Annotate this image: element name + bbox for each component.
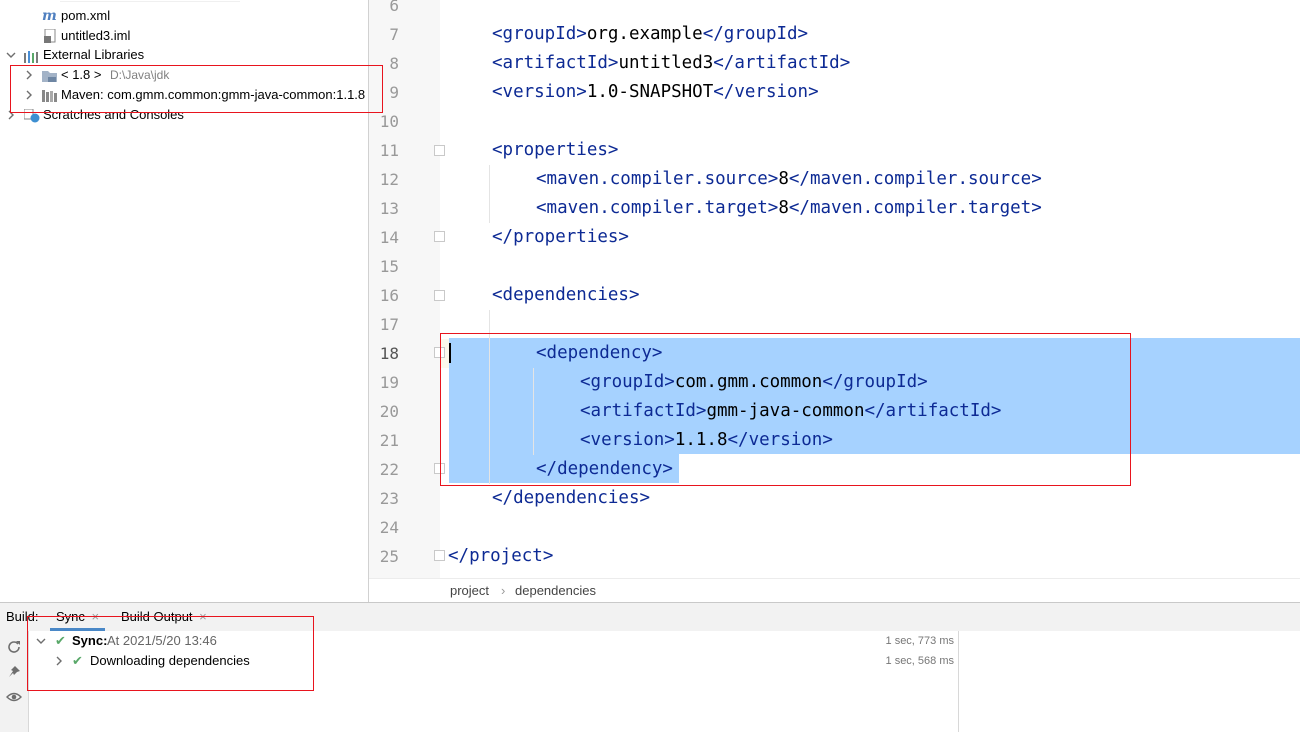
success-check-icon: ✔ <box>72 653 83 668</box>
code-line-22: </dependency> <box>536 459 673 479</box>
line-number: 15 <box>379 257 399 276</box>
code-line-25: </project> <box>448 546 554 566</box>
tree-item-maven-library[interactable]: Maven: com.gmm.common:gmm-java-common:1.… <box>0 85 368 105</box>
line-number: 24 <box>379 518 399 537</box>
code-line-7: <groupId>org.example</groupId> <box>492 24 809 44</box>
code-line-8: <artifactId>untitled3</artifactId> <box>492 53 851 73</box>
code-line-9: <version>1.0-SNAPSHOT</version> <box>492 82 819 102</box>
line-number: 8 <box>389 54 399 73</box>
close-icon[interactable]: × <box>92 609 100 624</box>
line-number: 13 <box>379 199 399 218</box>
indent-guide <box>533 368 534 455</box>
code-line-21: <version>1.1.8</version> <box>580 430 833 450</box>
tree-item-label: untitled3.iml <box>61 28 131 43</box>
line-number-gutter: 6 7 8 9 10 11 12 13 14 15 16 17 18 19 20… <box>369 0 440 578</box>
tree-item-label: External Libraries <box>43 47 145 62</box>
line-number: 21 <box>379 431 399 450</box>
line-number: 7 <box>389 25 399 44</box>
code-line-23: </dependencies> <box>492 488 651 508</box>
sync-time: At 2021/5/20 13:46 <box>107 633 217 648</box>
tab-build-output[interactable]: Build Output × <box>115 603 213 631</box>
line-number: 17 <box>379 315 399 334</box>
build-title: Build: <box>6 609 39 624</box>
download-row[interactable]: ✔ Downloading dependencies 1 sec, 568 ms <box>29 651 958 671</box>
code-editor[interactable]: 6 7 8 9 10 11 12 13 14 15 16 17 18 19 20… <box>369 0 1300 578</box>
line-number: 16 <box>379 286 399 305</box>
text-caret <box>449 343 451 363</box>
indent-guide <box>489 165 490 223</box>
chevron-right-icon[interactable] <box>5 105 17 132</box>
tree-item-label: Scratches and Consoles <box>43 107 184 122</box>
line-number: 11 <box>379 141 399 160</box>
jdk-path: D:\Java\jdk <box>110 68 170 82</box>
build-output-pane <box>958 631 1300 732</box>
fold-marker-icon[interactable] <box>434 347 445 358</box>
breadcrumb-separator: › <box>501 583 506 598</box>
code-line-12: <maven.compiler.source>8</maven.compiler… <box>536 169 1042 189</box>
tree-item-pom[interactable]: m pom.xml <box>0 6 368 26</box>
code-line-19: <groupId>com.gmm.common</groupId> <box>580 372 928 392</box>
build-tool-window: Build: Sync × Build Output × ✔ Sync: At … <box>0 602 1300 732</box>
line-number: 20 <box>379 402 399 421</box>
clipped-tree-row <box>60 0 240 2</box>
tree-item-jdk[interactable]: < 1.8 > D:\Java\jdk <box>0 65 368 85</box>
download-duration: 1 sec, 568 ms <box>885 655 954 667</box>
tree-item-external-libraries[interactable]: External Libraries <box>0 45 368 65</box>
breadcrumb-item-dependencies[interactable]: dependencies <box>515 579 596 603</box>
fold-marker-icon[interactable] <box>434 231 445 242</box>
tab-label: Sync <box>56 609 85 624</box>
code-line-11: <properties> <box>492 140 619 160</box>
breadcrumb: project › dependencies <box>369 578 1300 602</box>
sync-label: Sync: <box>72 633 108 648</box>
download-label: Downloading dependencies <box>90 653 250 668</box>
scratches-icon <box>23 108 40 129</box>
code-line-14: </properties> <box>492 227 629 247</box>
fold-marker-icon[interactable] <box>434 550 445 561</box>
line-number: 22 <box>379 460 399 479</box>
project-panel: m pom.xml untitled3.iml External Librari… <box>0 0 369 602</box>
close-icon[interactable]: × <box>199 609 207 624</box>
pin-icon[interactable] <box>7 665 21 682</box>
eye-icon[interactable] <box>6 691 22 706</box>
build-side-toolbar <box>0 631 29 732</box>
tab-sync[interactable]: Sync × <box>50 603 106 631</box>
line-number: 19 <box>379 373 399 392</box>
jdk-name: < 1.8 > <box>61 67 102 82</box>
sync-row[interactable]: ✔ Sync: At 2021/5/20 13:46 1 sec, 773 ms <box>29 631 958 651</box>
build-sync-tree: ✔ Sync: At 2021/5/20 13:46 1 sec, 773 ms… <box>29 631 958 732</box>
line-number: 12 <box>379 170 399 189</box>
line-number: 23 <box>379 489 399 508</box>
breadcrumb-item-project[interactable]: project <box>450 579 489 603</box>
code-line-16: <dependencies> <box>492 285 640 305</box>
fold-marker-icon[interactable] <box>434 290 445 301</box>
fold-marker-icon[interactable] <box>434 145 445 156</box>
tree-item-scratches[interactable]: Scratches and Consoles <box>0 105 368 125</box>
indent-guide <box>489 310 490 484</box>
sync-duration: 1 sec, 773 ms <box>885 635 954 647</box>
build-tab-bar: Build: Sync × Build Output × <box>0 603 1300 631</box>
refresh-icon[interactable] <box>7 639 21 656</box>
fold-marker-icon[interactable] <box>434 463 445 474</box>
line-number: 9 <box>389 83 399 102</box>
line-number: 6 <box>389 0 399 15</box>
tree-item-label: pom.xml <box>61 8 111 23</box>
line-number: 10 <box>379 112 399 131</box>
code-line-20: <artifactId>gmm-java-common</artifactId> <box>580 401 1002 421</box>
tab-label: Build Output <box>121 609 193 624</box>
line-number-current: 18 <box>379 344 399 363</box>
tree-item-iml[interactable]: untitled3.iml <box>0 26 368 46</box>
line-number: 25 <box>379 547 399 566</box>
chevron-right-icon[interactable] <box>54 651 64 677</box>
code-line-13: <maven.compiler.target>8</maven.compiler… <box>536 198 1042 218</box>
maven-file-icon: m <box>42 8 57 24</box>
code-line-18: <dependency> <box>536 343 663 363</box>
tree-item-label: Maven: com.gmm.common:gmm-java-common:1.… <box>61 87 366 102</box>
line-number: 14 <box>379 228 399 247</box>
success-check-icon: ✔ <box>55 633 66 648</box>
